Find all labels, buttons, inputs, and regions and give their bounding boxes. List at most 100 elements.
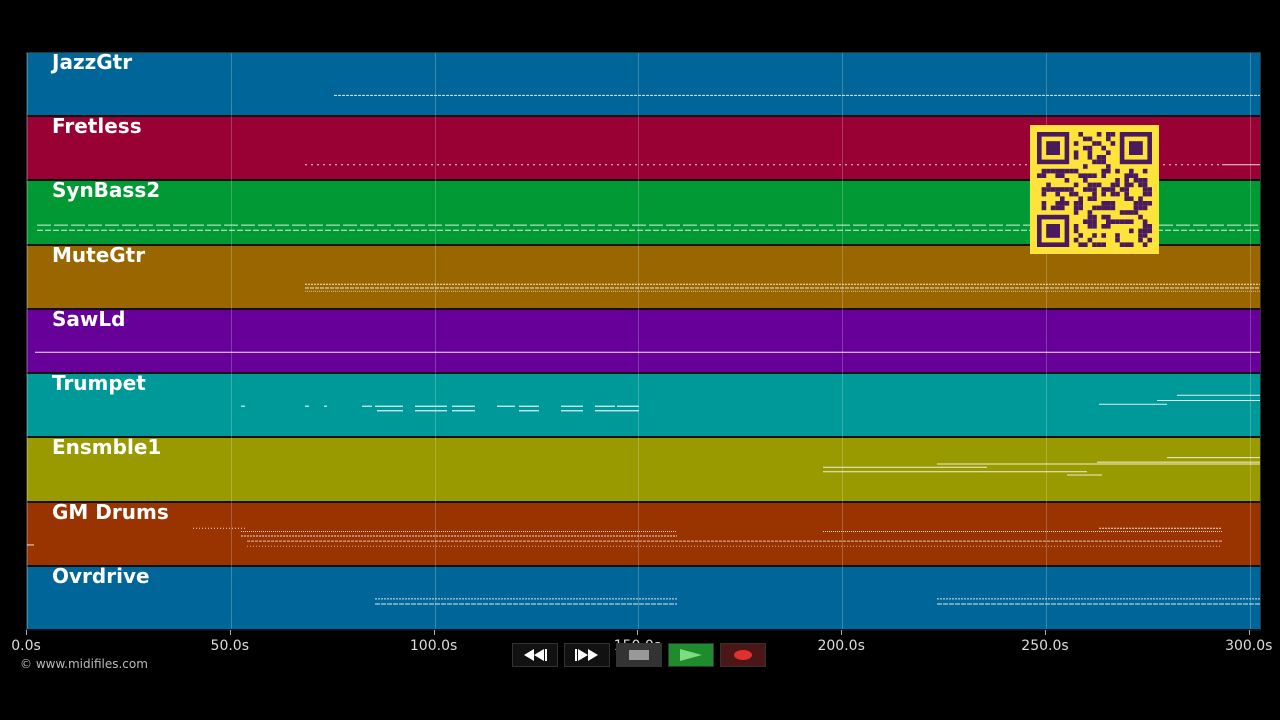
qr-module bbox=[1124, 196, 1129, 201]
tick-mark bbox=[841, 630, 843, 635]
fast-forward-icon bbox=[575, 649, 598, 661]
qr-module bbox=[1064, 178, 1070, 183]
qr-module bbox=[1124, 187, 1129, 192]
qr-module bbox=[1092, 191, 1097, 197]
qr-module bbox=[1073, 224, 1079, 229]
qr-module bbox=[1050, 168, 1056, 174]
qr-module bbox=[1129, 196, 1134, 201]
qr-module bbox=[1106, 224, 1111, 229]
tick-label: 0.0s bbox=[11, 638, 41, 654]
qr-module bbox=[1069, 168, 1074, 174]
play-button[interactable] bbox=[668, 643, 714, 667]
qr-module bbox=[1083, 178, 1088, 183]
qr-module bbox=[1083, 136, 1088, 142]
qr-module bbox=[1106, 201, 1111, 206]
qr-module bbox=[1110, 132, 1116, 137]
qr-module bbox=[1124, 173, 1129, 178]
qr-module bbox=[1092, 224, 1097, 229]
qr-module bbox=[1087, 136, 1093, 142]
stop-button[interactable] bbox=[616, 643, 662, 667]
qr-module bbox=[1073, 191, 1079, 197]
qr-module bbox=[1133, 201, 1139, 206]
qr-module bbox=[1087, 237, 1093, 243]
qr-module bbox=[1106, 150, 1111, 155]
qr-module bbox=[1106, 136, 1111, 142]
qr-module bbox=[1078, 201, 1083, 206]
qr-module bbox=[1110, 141, 1116, 146]
qr-module bbox=[1138, 178, 1143, 183]
qr-module bbox=[1092, 219, 1097, 224]
qr-module bbox=[1147, 224, 1152, 229]
qr-module bbox=[1087, 150, 1093, 155]
qr-module bbox=[1069, 191, 1074, 197]
record-button[interactable] bbox=[720, 643, 766, 667]
qr-module bbox=[1046, 182, 1051, 188]
qr-module bbox=[1129, 168, 1134, 174]
qr-module bbox=[1110, 205, 1116, 211]
qr-module bbox=[1041, 168, 1047, 174]
copyright-text: © www.midifiles.com bbox=[20, 657, 148, 671]
qr-module bbox=[1087, 224, 1093, 229]
qr-module bbox=[1138, 182, 1143, 188]
qr-module bbox=[1041, 205, 1047, 211]
qr-module bbox=[1101, 159, 1106, 165]
qr-module bbox=[1078, 233, 1083, 238]
stop-icon bbox=[629, 650, 649, 660]
qr-code[interactable] bbox=[1030, 125, 1159, 254]
qr-module bbox=[1041, 201, 1047, 206]
qr-module bbox=[1073, 141, 1079, 146]
qr-module bbox=[1092, 205, 1097, 211]
qr-module bbox=[1142, 168, 1148, 174]
transport-controls bbox=[512, 643, 766, 667]
qr-module bbox=[1041, 187, 1047, 192]
qr-module bbox=[1124, 182, 1129, 188]
qr-module bbox=[1106, 132, 1111, 137]
qr-module bbox=[1083, 242, 1088, 247]
qr-module bbox=[1115, 182, 1120, 188]
qr-module bbox=[1138, 233, 1143, 238]
qr-module bbox=[1092, 242, 1097, 247]
qr-module bbox=[1142, 233, 1148, 238]
qr-module bbox=[1110, 182, 1116, 188]
fast-forward-button[interactable] bbox=[564, 643, 610, 667]
rewind-button[interactable] bbox=[512, 643, 558, 667]
qr-module bbox=[1101, 233, 1106, 238]
qr-module bbox=[1073, 228, 1079, 234]
qr-module bbox=[1078, 132, 1083, 137]
qr-module bbox=[1142, 205, 1148, 211]
qr-module bbox=[1129, 242, 1134, 247]
qr-module bbox=[1133, 210, 1139, 215]
qr-module bbox=[1064, 187, 1070, 192]
qr-module bbox=[1101, 155, 1106, 160]
qr-module bbox=[1073, 205, 1079, 211]
qr-module bbox=[1050, 205, 1056, 211]
qr-module bbox=[1115, 233, 1120, 238]
qr-module bbox=[1119, 242, 1125, 247]
qr-module bbox=[1124, 242, 1129, 247]
qr-module bbox=[1138, 214, 1143, 220]
qr-module bbox=[1087, 196, 1093, 201]
qr-module bbox=[1060, 168, 1065, 174]
qr-module bbox=[1078, 173, 1083, 178]
qr-module bbox=[1096, 155, 1102, 160]
qr-module bbox=[1119, 210, 1125, 215]
qr-module bbox=[1055, 201, 1060, 206]
qr-module bbox=[1073, 168, 1079, 174]
qr-module bbox=[1133, 178, 1139, 183]
qr-module bbox=[1106, 168, 1111, 174]
qr-module bbox=[1147, 201, 1152, 206]
qr-module bbox=[1106, 187, 1111, 192]
qr-module bbox=[1124, 219, 1129, 224]
qr-module bbox=[1087, 155, 1093, 160]
qr-module bbox=[1138, 237, 1143, 243]
qr-module bbox=[1101, 168, 1106, 174]
qr-code-image bbox=[1037, 132, 1152, 247]
qr-module bbox=[1055, 173, 1060, 178]
qr-module bbox=[1087, 219, 1093, 224]
qr-module bbox=[1101, 242, 1106, 247]
qr-module bbox=[1142, 191, 1148, 197]
qr-module bbox=[1055, 168, 1060, 174]
qr-module bbox=[1124, 210, 1129, 215]
qr-module bbox=[1092, 214, 1097, 220]
qr-module bbox=[1046, 187, 1051, 192]
